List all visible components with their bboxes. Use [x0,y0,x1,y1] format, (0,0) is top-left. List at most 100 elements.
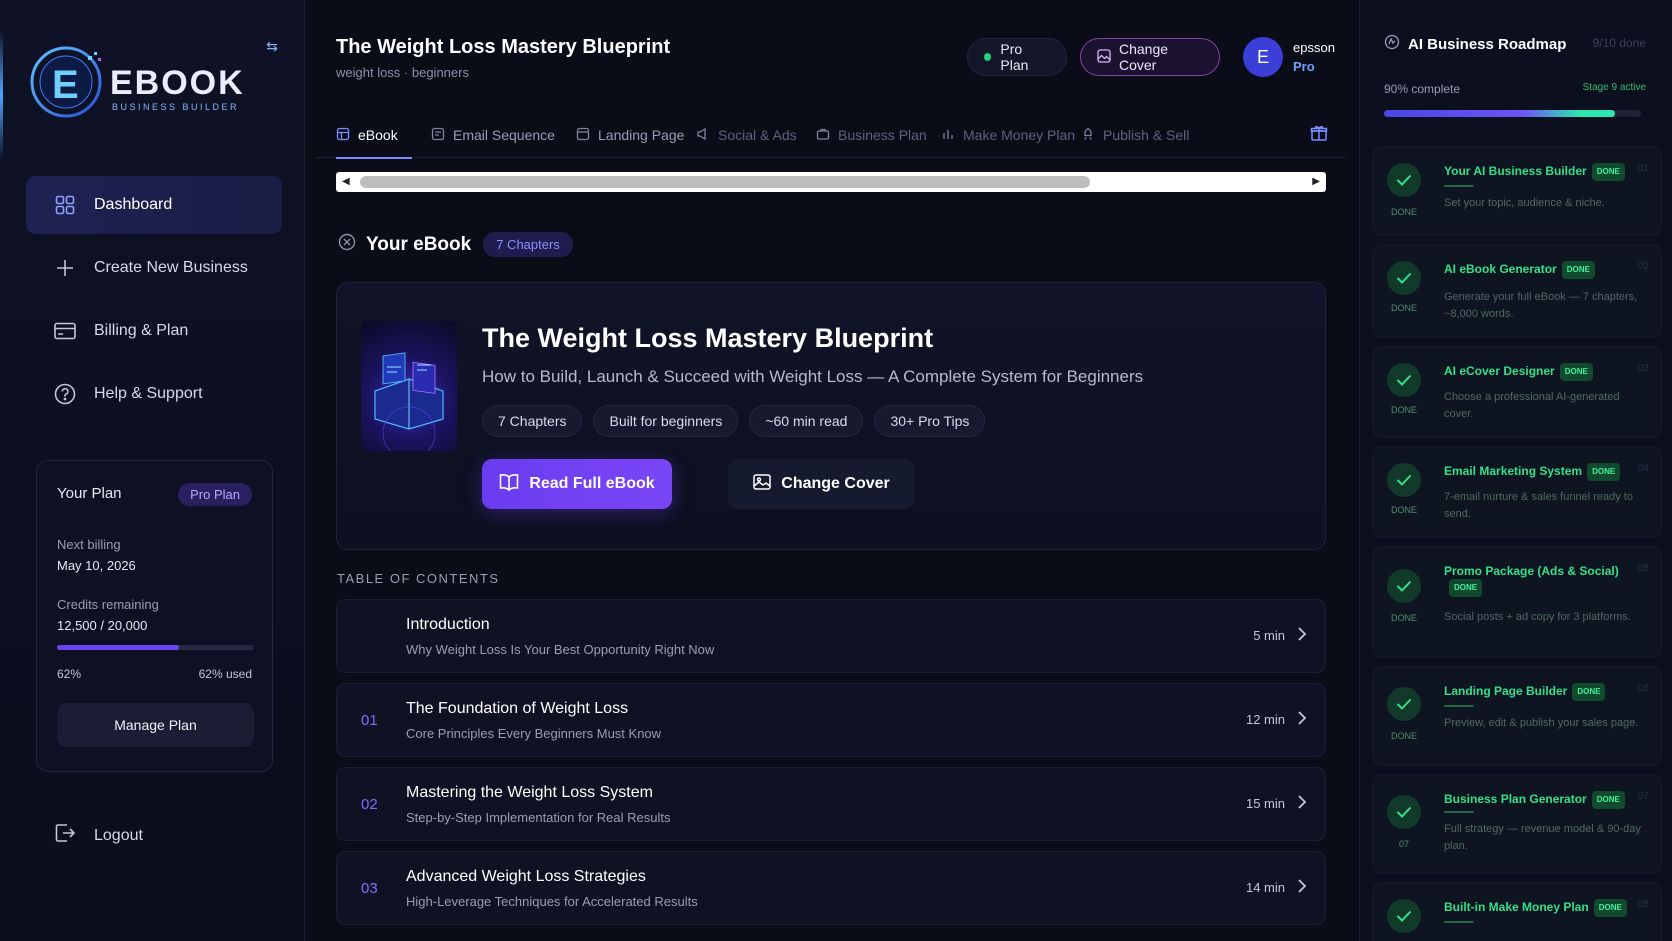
header-change-cover-button[interactable]: Change Cover [1080,38,1220,76]
megaphone-icon [696,127,710,144]
step-number: 08 [1637,899,1649,910]
scroll-right-icon[interactable]: ▶ [1312,174,1320,190]
app-logo[interactable]: E EBOOK BUSINESS BUILDER [28,42,278,130]
roadmap-step[interactable]: DONE Your AI Business Builder DONE 01 Set… [1372,146,1662,236]
roadmap-step[interactable]: DONE AI eBook Generator DONE 02 Generate … [1372,244,1662,338]
step-name: AI eCover Designer DONE [1444,363,1644,381]
sidebar-collapse-icon[interactable]: ⇆ [262,38,282,54]
logout-icon [54,822,76,849]
toc-title: Introduction [406,616,490,633]
manage-plan-button[interactable]: Manage Plan [57,703,254,747]
tab-label: Landing Page [598,127,685,143]
step-number: 06 [1637,683,1649,694]
logo-wordmark: EBOOK [110,64,245,102]
step-name: Landing Page Builder DONE [1444,683,1644,701]
check-icon [1387,463,1421,497]
done-badge: DONE [1561,261,1595,279]
read-full-ebook-button[interactable]: Read Full eBook [482,459,672,509]
help-icon [54,383,76,405]
sidebar-nav: Dashboard Create New Business Billing & … [26,176,282,428]
step-number: 05 [1637,563,1649,574]
roadmap-status: Stage 9 active [1582,82,1646,93]
roadmap-percent: 90% complete [1384,82,1461,96]
roadmap-step[interactable]: DONE Promo Package (Ads & Social)DONE 05… [1372,546,1662,658]
roadmap-title: AI Business Roadmap [1408,36,1567,53]
read-full-ebook-label: Read Full eBook [529,475,655,492]
horizontal-scrollbar[interactable]: ◀ ▶ [336,172,1326,192]
tab-social-ads[interactable]: Social & Ads [696,112,797,158]
step-description: Full strategy — revenue model & 90-day p… [1444,823,1641,852]
check-icon [1387,569,1421,603]
roadmap-icon [1384,34,1400,55]
roadmap-step[interactable]: 07 Business Plan Generator DONE 07 Full s… [1372,774,1662,874]
tab-ebook[interactable]: eBook [336,112,412,159]
sidebar-item-billing[interactable]: Billing & Plan [26,302,282,360]
tab-publish-sell[interactable]: Publish & Sell [1081,112,1189,158]
toc-list: Introduction Why Weight Loss Is Your Bes… [336,599,1326,935]
step-state: DONE [1390,505,1417,515]
chip-read-time: ~60 min read [749,405,864,437]
roadmap-done-count: 9/10 done [1592,36,1646,50]
step-description: Social posts + ad copy for 3 platforms. [1444,611,1631,623]
ebook-section-header: Your eBook 7 Chapters [338,232,573,257]
image-icon [753,473,772,495]
scrollbar-thumb[interactable] [360,176,1090,188]
chip-chapters: 7 Chapters [482,405,583,437]
step-number: 01 [1637,163,1649,174]
sidebar-item-help[interactable]: Help & Support [26,365,282,423]
toc-title: Mastering the Weight Loss System [406,784,653,801]
logout-button[interactable]: Logout [54,822,143,849]
step-number: 03 [1637,363,1649,374]
toc-read-time: 15 min [1245,796,1285,811]
ebook-cover-image[interactable] [361,321,457,451]
change-cover-label: Change Cover [781,475,890,492]
sidebar-item-label: Dashboard [94,196,173,213]
gift-icon[interactable] [1310,124,1328,147]
done-badge: DONE [1587,463,1621,481]
done-badge: DONE [1559,363,1593,381]
page-title: The Weight Loss Mastery Blueprint [336,36,671,58]
toc-read-time: 12 min [1245,712,1285,727]
tab-email-sequence[interactable]: Email Sequence [431,112,555,158]
roadmap-progress-bar [1384,110,1641,117]
toc-label: TABLE OF CONTENTS [337,571,500,586]
roadmap-step[interactable]: DONE Landing Page Builder DONE 06 Preview… [1372,666,1662,766]
step-state: DONE [1390,731,1417,741]
credits-label: Credits remaining [57,597,159,612]
roadmap-step[interactable]: DONE Email Marketing System DONE 04 7-ema… [1372,446,1662,538]
roadmap-header: AI Business Roadmap [1384,34,1566,55]
toc-item-chapter-1[interactable]: 01 The Foundation of Weight Loss Core Pr… [336,683,1326,757]
done-badge: DONE [1449,579,1483,597]
step-number: 04 [1637,463,1649,474]
tab-landing-page[interactable]: Landing Page [576,112,684,158]
page-subtitle: weight loss · beginners [336,65,469,80]
credits-progress-fill [57,645,180,650]
tab-business-plan[interactable]: Business Plan [816,112,927,158]
roadmap-step[interactable]: DONE AI eCover Designer DONE 03 Choose a … [1372,346,1662,438]
scroll-left-icon[interactable]: ◀ [342,174,350,190]
status-dot-icon [984,53,992,61]
step-state: DONE [1390,207,1417,217]
roadmap-steps: DONE Your AI Business Builder DONE 01 Set… [1372,146,1662,941]
chapters-badge: 7 Chapters [483,232,573,257]
tab-label: Make Money Plan [963,127,1076,143]
tab-label: Publish & Sell [1103,127,1190,143]
next-billing-label: Next billing [57,537,121,552]
tab-make-money-plan[interactable]: Make Money Plan [941,112,1075,158]
toc-item-introduction[interactable]: Introduction Why Weight Loss Is Your Bes… [336,599,1326,673]
toc-item-chapter-2[interactable]: 02 Mastering the Weight Loss System Step… [336,767,1326,841]
step-description: Preview, edit & publish your sales page. [1444,717,1639,729]
sidebar-item-dashboard[interactable]: Dashboard [26,176,282,234]
done-badge: DONE [1591,163,1625,181]
ebook-title: The Weight Loss Mastery Blueprint [482,323,934,353]
avatar[interactable]: E [1243,37,1283,77]
change-cover-button[interactable]: Change Cover [728,459,915,509]
toc-item-chapter-3[interactable]: 03 Advanced Weight Loss Strategies High-… [336,851,1326,925]
done-badge: DONE [1591,791,1625,809]
sidebar-item-create-new-business[interactable]: Create New Business [26,239,282,297]
roadmap-step[interactable]: Built-in Make Money Plan DONE 08 [1372,882,1662,941]
plan-status-label: Pro Plan [1000,41,1029,73]
step-divider [1444,705,1474,707]
step-name: Promo Package (Ads & Social)DONE [1444,563,1644,597]
plan-status-pill: Pro Plan [967,38,1067,76]
